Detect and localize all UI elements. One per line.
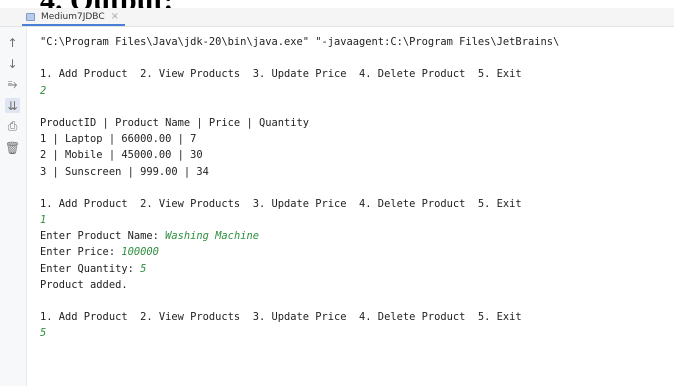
console-output[interactable]: "C:\Program Files\Java\jdk-20\bin\java.e… xyxy=(40,34,674,342)
trash-icon[interactable]: 🗑 xyxy=(5,140,20,155)
prompt-line-name: Enter Product Name: Washing Machine xyxy=(40,228,674,244)
user-input: 5 xyxy=(140,262,147,275)
menu-line: 1. Add Product 2. View Products 3. Updat… xyxy=(40,311,522,324)
print-icon[interactable]: ⎙ xyxy=(5,119,20,134)
command-line: "C:\Program Files\Java\jdk-20\bin\java.e… xyxy=(40,36,560,48)
prompt-text: Enter Product Name: xyxy=(40,230,166,243)
user-input: Washing Machine xyxy=(165,230,259,243)
user-input: 100000 xyxy=(121,246,159,259)
arrow-down-icon[interactable]: ↓ xyxy=(5,56,20,71)
tab-title: Medium7JDBC xyxy=(41,11,105,22)
table-header: ProductID | Product Name | Price | Quant… xyxy=(40,116,309,129)
user-input: 1 xyxy=(40,214,47,227)
app-icon xyxy=(26,12,35,21)
user-input: 2 xyxy=(40,84,47,97)
prompt-text: Enter Quantity: xyxy=(40,262,141,275)
prompt-line-price: Enter Price: 100000 xyxy=(40,244,674,260)
run-console-window: Medium7JDBC × ↑ ↓ ⥱ ⇊ ⎙ 🗑 "C:\Program Fi… xyxy=(0,8,674,386)
menu-line: 1. Add Product 2. View Products 3. Updat… xyxy=(40,68,522,81)
scroll-to-end-icon[interactable]: ⇊ xyxy=(5,98,20,113)
table-row: 2 | Mobile | 45000.00 | 30 xyxy=(40,149,203,162)
soft-wrap-icon[interactable]: ⥱ xyxy=(5,77,20,92)
tab-bar: Medium7JDBC × xyxy=(0,8,674,27)
table-row: 3 | Sunscreen | 999.00 | 34 xyxy=(40,165,209,178)
close-icon[interactable]: × xyxy=(111,11,119,22)
table-row: 1 | Laptop | 66000.00 | 7 xyxy=(40,133,197,146)
status-message: Product added. xyxy=(40,278,128,291)
user-input: 5 xyxy=(40,327,47,340)
console-toolbar: ↑ ↓ ⥱ ⇊ ⎙ 🗑 xyxy=(0,27,27,386)
tab-run-config[interactable]: Medium7JDBC × xyxy=(22,9,125,26)
menu-line: 1. Add Product 2. View Products 3. Updat… xyxy=(40,197,522,210)
prompt-line-quantity: Enter Quantity: 5 xyxy=(40,261,674,277)
prompt-text: Enter Price: xyxy=(40,246,122,259)
arrow-up-icon[interactable]: ↑ xyxy=(5,35,20,50)
